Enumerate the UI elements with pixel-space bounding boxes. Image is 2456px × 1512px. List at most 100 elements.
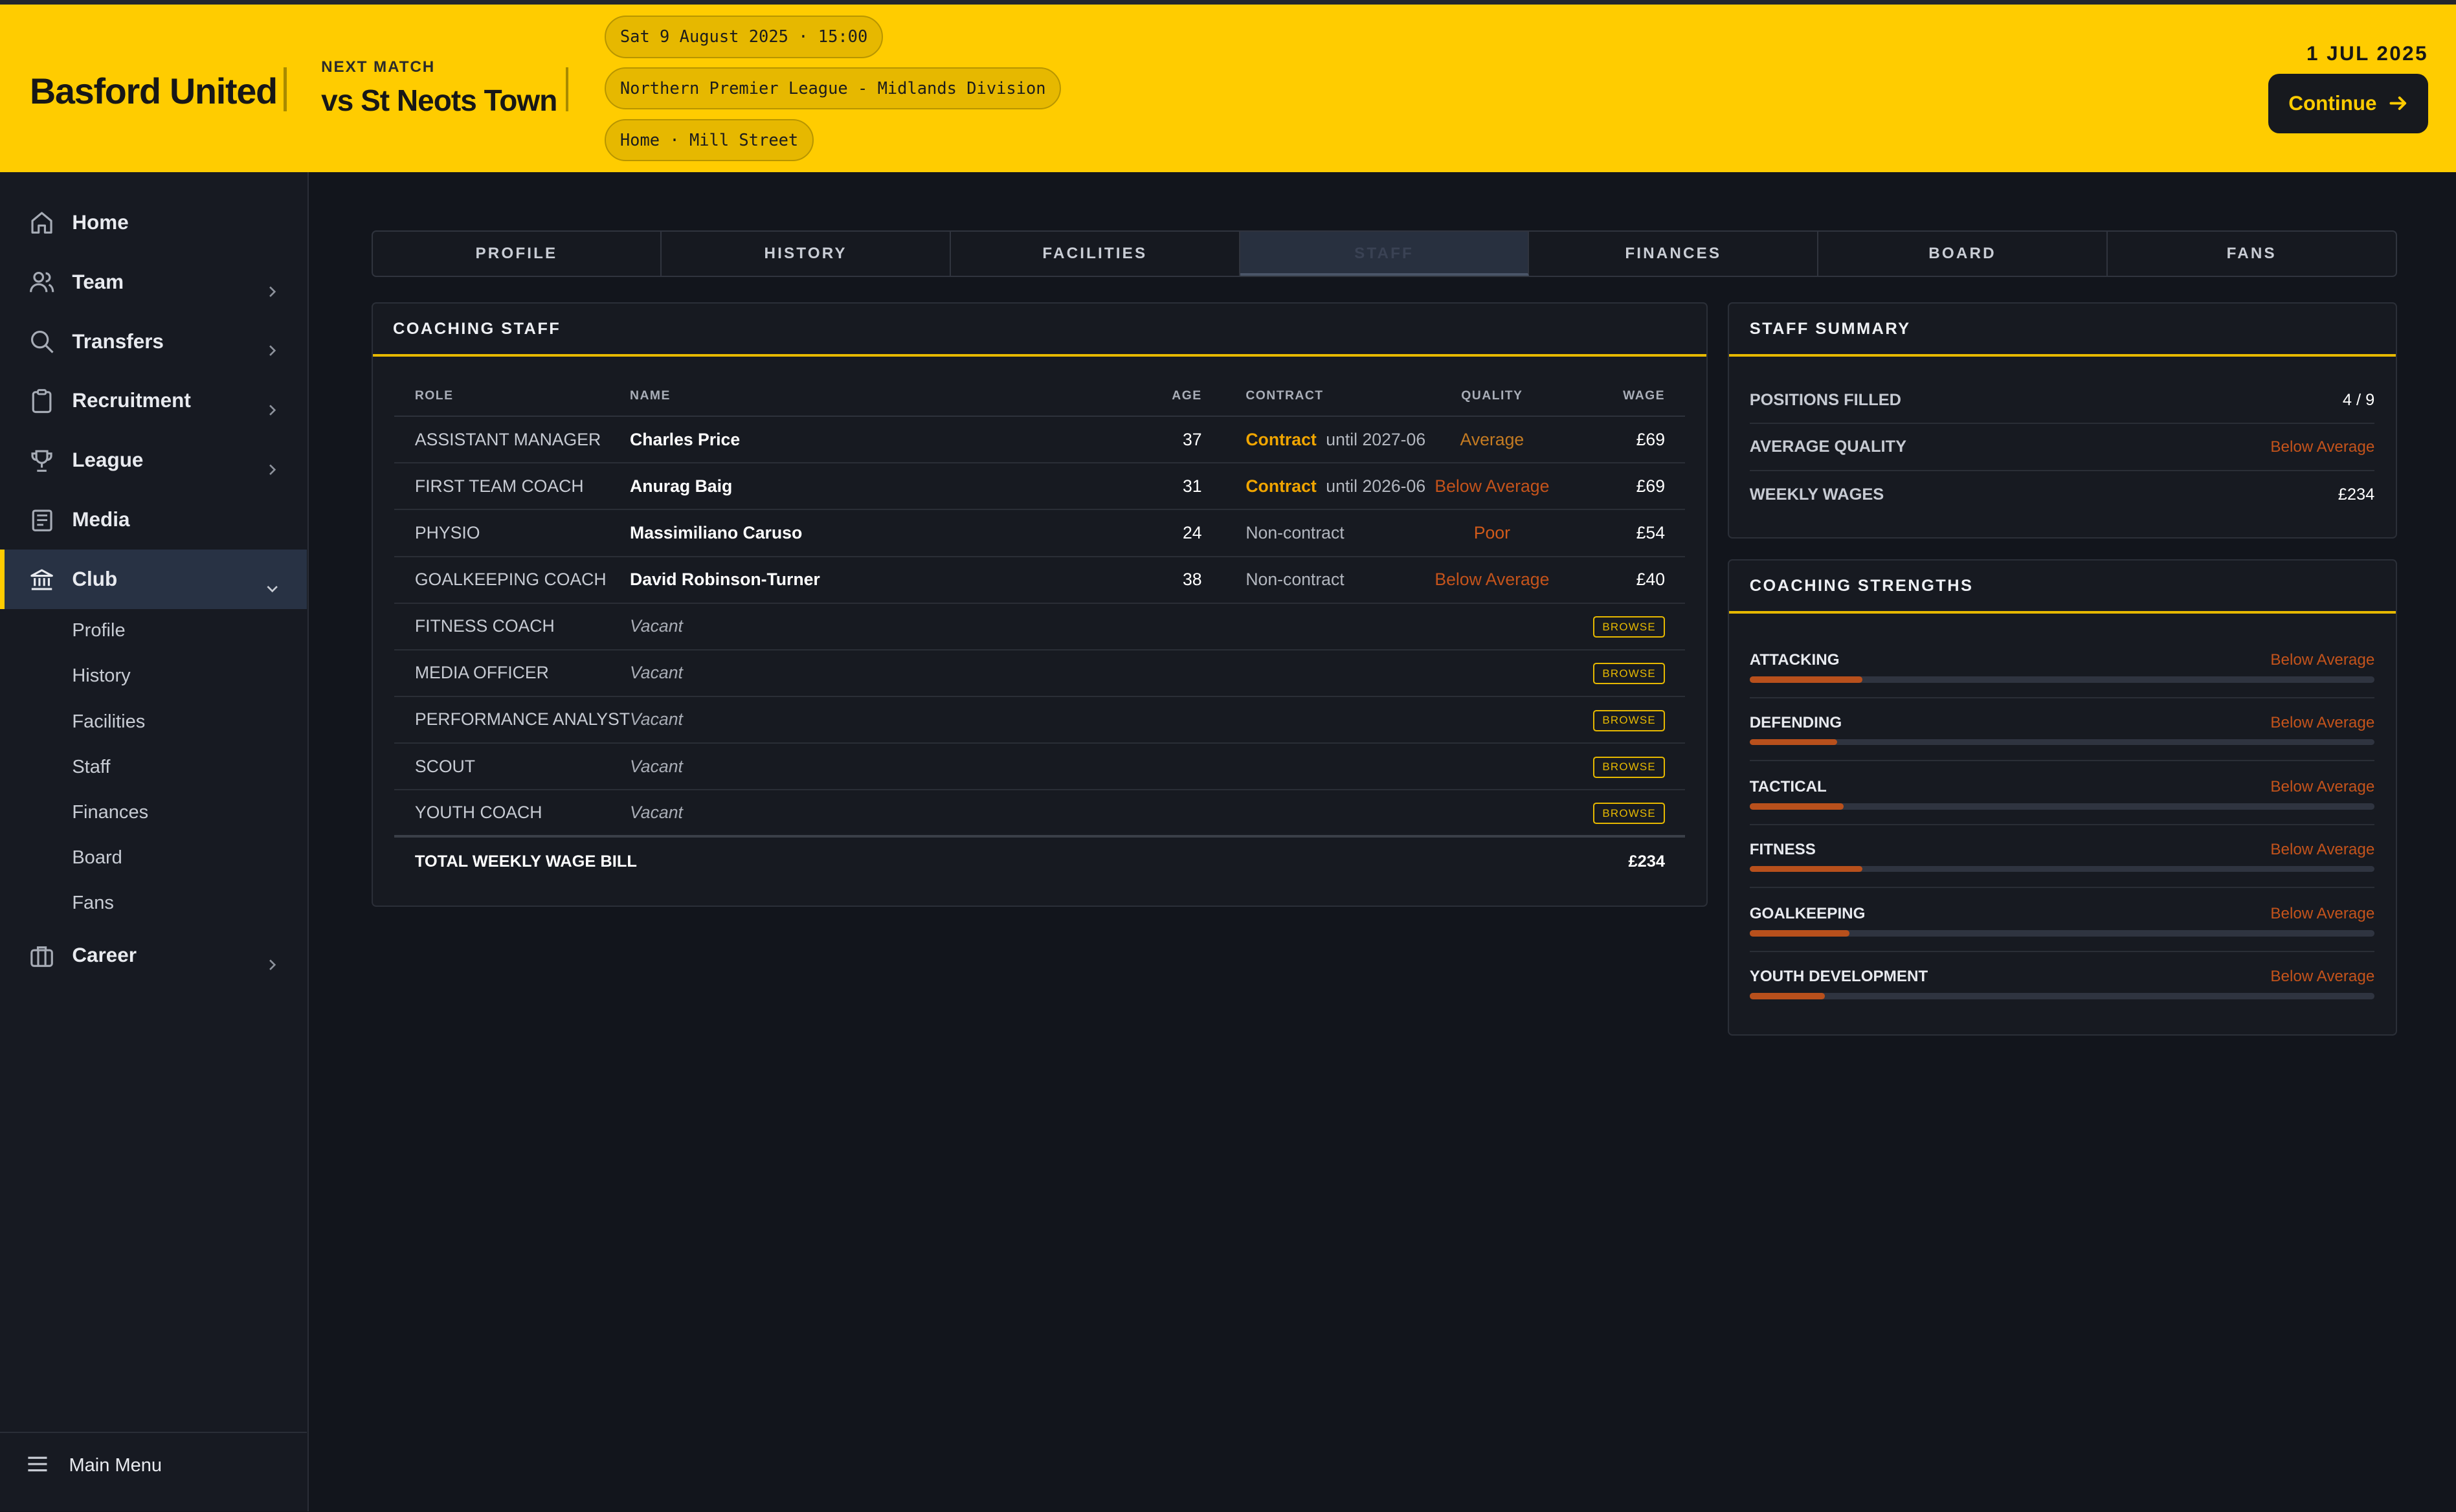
- strength-bar-fill: [1749, 930, 1850, 937]
- staff-age: 37: [1150, 416, 1220, 464]
- contract-tag: Contract: [1245, 429, 1317, 449]
- summary-value: 4 / 9: [2342, 390, 2375, 409]
- browse-button[interactable]: BROWSE: [1593, 756, 1666, 778]
- staff-wage: £54: [1558, 509, 1686, 557]
- staff-role: SCOUT: [394, 743, 631, 791]
- table-row: SCOUT Vacant BROWSE: [394, 743, 1686, 791]
- strength-bar-track: [1749, 739, 2375, 746]
- sidebar-subitem-facilities[interactable]: Facilities: [72, 711, 145, 733]
- column-header: WAGE: [1558, 375, 1686, 417]
- strength-row-youth-development: YOUTH DEVELOPMENT Below Average: [1749, 952, 2375, 1015]
- staff-wage: £69: [1558, 463, 1686, 511]
- main-menu-button[interactable]: Main Menu: [0, 1431, 307, 1511]
- strength-label: FITNESS: [1749, 841, 1816, 859]
- sidebar-item-home[interactable]: Home: [0, 193, 307, 252]
- chevron-right-icon: [266, 949, 278, 971]
- staff-contract: Non-contract: [1219, 556, 1426, 604]
- sidebar-item-club[interactable]: Club: [0, 550, 307, 610]
- strength-value: Below Average: [2270, 651, 2375, 669]
- sidebar-subitem-history[interactable]: History: [72, 665, 130, 687]
- staff-summary-panel: STAFF SUMMARY POSITIONS FILLED 4 / 9 AVE…: [1728, 302, 2397, 539]
- sidebar-item-team[interactable]: Team: [0, 252, 307, 312]
- sidebar-item-recruitment[interactable]: Recruitment: [0, 372, 307, 431]
- strength-bar-fill: [1749, 803, 1844, 810]
- summary-value: £234: [2338, 485, 2375, 504]
- sidebar-subitem-fans[interactable]: Fans: [72, 893, 114, 914]
- staff-role: FITNESS COACH: [394, 603, 631, 650]
- briefcase-icon: [28, 942, 55, 969]
- table-header-row: ROLE NAME AGE CONTRACT QUALITY WAGE: [394, 375, 1686, 417]
- summary-row-quality: AVERAGE QUALITY Below Average: [1749, 424, 2375, 471]
- tab-staff[interactable]: STAFF: [1240, 231, 1530, 276]
- strength-label: GOALKEEPING: [1749, 905, 1866, 923]
- sidebar-item-label: Home: [72, 210, 129, 234]
- staff-name[interactable]: Charles Price: [630, 416, 1151, 464]
- home-icon: [28, 209, 55, 236]
- table-row: FITNESS COACH Vacant BROWSE: [394, 603, 1686, 650]
- club-name: Basford United: [29, 71, 278, 111]
- table-row: MEDIA OFFICER Vacant BROWSE: [394, 649, 1686, 697]
- tab-facilities[interactable]: FACILITIES: [951, 231, 1240, 276]
- tab-finances[interactable]: FINANCES: [1529, 231, 1819, 276]
- total-value: £234: [1558, 835, 1686, 887]
- bank-icon: [28, 566, 55, 593]
- strength-row-defending: DEFENDING Below Average: [1749, 698, 2375, 761]
- total-row: TOTAL WEEKLY WAGE BILL £234: [394, 835, 1686, 887]
- sidebar-item-transfers[interactable]: Transfers: [0, 312, 307, 372]
- strength-bar-fill: [1749, 739, 1837, 746]
- staff-contract: Contract until 2027-06: [1219, 416, 1426, 464]
- strength-bar-track: [1749, 676, 2375, 683]
- header-divider: [284, 67, 287, 111]
- browse-button[interactable]: BROWSE: [1593, 616, 1666, 638]
- summary-row-wages: WEEKLY WAGES £234: [1750, 471, 2375, 518]
- browse-button[interactable]: BROWSE: [1593, 663, 1666, 685]
- sidebar-subitem-staff[interactable]: Staff: [72, 757, 110, 778]
- tab-profile[interactable]: PROFILE: [373, 231, 662, 276]
- column-header: ROLE: [394, 375, 631, 417]
- staff-table: ROLE NAME AGE CONTRACT QUALITY WAGE ASSI…: [394, 375, 1686, 887]
- staff-name[interactable]: David Robinson-Turner: [630, 556, 1151, 604]
- search-icon: [28, 328, 55, 355]
- sidebar-subitem-finances[interactable]: Finances: [72, 802, 148, 823]
- table-row[interactable]: FIRST TEAM COACH Anurag Baig 31 Contract…: [394, 463, 1686, 511]
- trophy-icon: [28, 447, 55, 474]
- staff-name[interactable]: Massimiliano Caruso: [630, 509, 1151, 557]
- sidebar-item-media[interactable]: Media: [0, 490, 307, 550]
- top-header: Basford United NEXT MATCH vs St Neots To…: [0, 5, 2456, 173]
- sidebar-item-label: Media: [72, 508, 130, 531]
- strength-bar-track: [1749, 930, 2375, 937]
- sidebar-item-career[interactable]: Career: [0, 926, 307, 985]
- staff-role: GOALKEEPING COACH: [394, 556, 631, 604]
- sidebar-subitem-board[interactable]: Board: [72, 847, 122, 869]
- table-row: YOUTH COACH Vacant BROWSE: [394, 790, 1686, 838]
- strength-bar-fill: [1749, 865, 1862, 873]
- continue-label: Continue: [2288, 91, 2377, 115]
- staff-wage: £69: [1558, 416, 1686, 464]
- table-row[interactable]: PHYSIO Massimiliano Caruso 24 Non-contra…: [394, 509, 1686, 557]
- people-icon: [28, 269, 55, 295]
- panel-title: COACHING STAFF: [372, 304, 1706, 357]
- sidebar-item-league[interactable]: League: [0, 430, 307, 490]
- sidebar: Home Team Transfers Recruitment League M…: [0, 172, 309, 1512]
- tab-history[interactable]: HISTORY: [662, 231, 951, 276]
- staff-quality: Below Average: [1425, 463, 1559, 511]
- current-date: 1 JUL 2025: [2306, 42, 2428, 65]
- table-row[interactable]: GOALKEEPING COACH David Robinson-Turner …: [394, 556, 1686, 604]
- browse-button[interactable]: BROWSE: [1593, 709, 1666, 731]
- strength-value: Below Average: [2270, 968, 2375, 986]
- strength-row-fitness: FITNESS Below Average: [1749, 825, 2375, 888]
- continue-button[interactable]: Continue: [2268, 73, 2428, 133]
- sidebar-subitem-profile[interactable]: Profile: [72, 620, 125, 641]
- staff-role: MEDIA OFFICER: [394, 649, 631, 697]
- column-header: NAME: [630, 375, 1151, 417]
- browse-button[interactable]: BROWSE: [1593, 803, 1666, 825]
- vacant-label: Vacant: [630, 649, 1151, 697]
- tab-board[interactable]: BOARD: [1818, 231, 2108, 276]
- next-match-label: NEXT MATCH: [321, 58, 436, 76]
- strength-row-attacking: ATTACKING Below Average: [1749, 636, 2375, 698]
- table-row[interactable]: ASSISTANT MANAGER Charles Price 37 Contr…: [394, 416, 1686, 464]
- newspaper-icon: [28, 507, 55, 533]
- staff-wage: £40: [1558, 556, 1686, 604]
- tab-fans[interactable]: FANS: [2108, 232, 2396, 276]
- staff-name[interactable]: Anurag Baig: [630, 463, 1151, 511]
